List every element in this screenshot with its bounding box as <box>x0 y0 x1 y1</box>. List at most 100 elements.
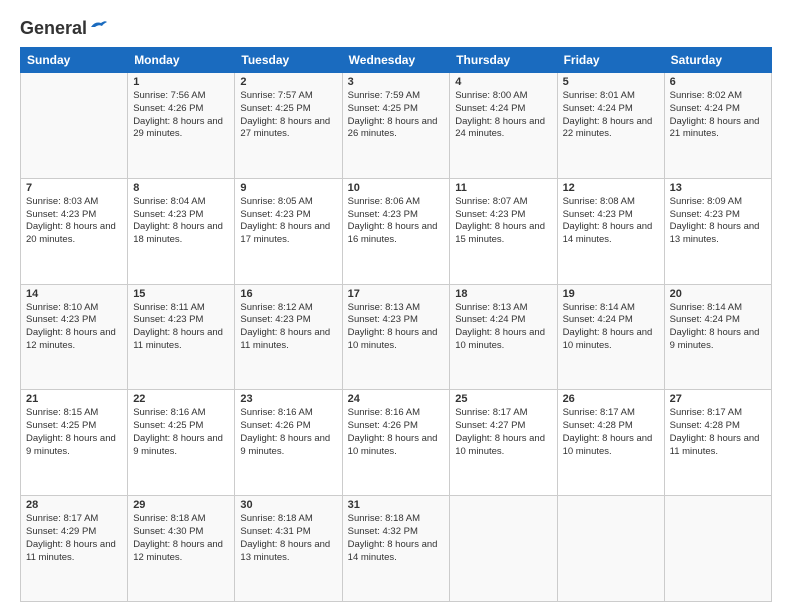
sunset-text: Sunset: 4:24 PM <box>670 103 740 114</box>
calendar-cell: 8 Sunrise: 8:04 AM Sunset: 4:23 PM Dayli… <box>128 178 235 284</box>
day-number: 3 <box>348 76 445 88</box>
sunrise-text: Sunrise: 8:03 AM <box>26 196 98 207</box>
calendar-cell <box>21 73 128 179</box>
day-info: Sunrise: 8:12 AM Sunset: 4:23 PM Dayligh… <box>240 302 336 353</box>
daylight-text: Daylight: 8 hours and 10 minutes. <box>563 433 653 457</box>
daylight-text: Daylight: 8 hours and 9 minutes. <box>240 433 330 457</box>
sunset-text: Sunset: 4:23 PM <box>26 314 96 325</box>
sunset-text: Sunset: 4:23 PM <box>133 209 203 220</box>
day-info: Sunrise: 7:57 AM Sunset: 4:25 PM Dayligh… <box>240 90 336 141</box>
sunrise-text: Sunrise: 7:56 AM <box>133 90 205 101</box>
sunset-text: Sunset: 4:25 PM <box>348 103 418 114</box>
sunset-text: Sunset: 4:23 PM <box>348 209 418 220</box>
sunrise-text: Sunrise: 8:04 AM <box>133 196 205 207</box>
sunset-text: Sunset: 4:25 PM <box>26 420 96 431</box>
calendar-cell: 17 Sunrise: 8:13 AM Sunset: 4:23 PM Dayl… <box>342 284 450 390</box>
sunrise-text: Sunrise: 8:16 AM <box>348 407 420 418</box>
logo: General <box>20 18 109 37</box>
day-info: Sunrise: 8:16 AM Sunset: 4:26 PM Dayligh… <box>240 407 336 458</box>
sunrise-text: Sunrise: 8:14 AM <box>563 302 635 313</box>
sunrise-text: Sunrise: 8:16 AM <box>240 407 312 418</box>
sunrise-text: Sunrise: 8:18 AM <box>348 513 420 524</box>
day-info: Sunrise: 8:08 AM Sunset: 4:23 PM Dayligh… <box>563 196 659 247</box>
sunset-text: Sunset: 4:27 PM <box>455 420 525 431</box>
day-info: Sunrise: 8:18 AM Sunset: 4:31 PM Dayligh… <box>240 513 336 564</box>
calendar-cell: 20 Sunrise: 8:14 AM Sunset: 4:24 PM Dayl… <box>664 284 771 390</box>
day-number: 6 <box>670 76 766 88</box>
logo-bird-icon <box>89 19 109 35</box>
daylight-text: Daylight: 8 hours and 17 minutes. <box>240 221 330 245</box>
daylight-text: Daylight: 8 hours and 24 minutes. <box>455 116 545 140</box>
day-number: 21 <box>26 393 122 405</box>
sunrise-text: Sunrise: 8:00 AM <box>455 90 527 101</box>
calendar-cell: 12 Sunrise: 8:08 AM Sunset: 4:23 PM Dayl… <box>557 178 664 284</box>
daylight-text: Daylight: 8 hours and 22 minutes. <box>563 116 653 140</box>
calendar-cell: 30 Sunrise: 8:18 AM Sunset: 4:31 PM Dayl… <box>235 496 342 602</box>
calendar-cell: 27 Sunrise: 8:17 AM Sunset: 4:28 PM Dayl… <box>664 390 771 496</box>
sunset-text: Sunset: 4:23 PM <box>240 314 310 325</box>
calendar-cell <box>664 496 771 602</box>
calendar-week-row: 1 Sunrise: 7:56 AM Sunset: 4:26 PM Dayli… <box>21 73 772 179</box>
sunset-text: Sunset: 4:23 PM <box>563 209 633 220</box>
sunrise-text: Sunrise: 8:13 AM <box>348 302 420 313</box>
day-number: 15 <box>133 288 229 300</box>
calendar-cell: 5 Sunrise: 8:01 AM Sunset: 4:24 PM Dayli… <box>557 73 664 179</box>
daylight-text: Daylight: 8 hours and 9 minutes. <box>26 433 116 457</box>
calendar-cell: 21 Sunrise: 8:15 AM Sunset: 4:25 PM Dayl… <box>21 390 128 496</box>
sunrise-text: Sunrise: 8:08 AM <box>563 196 635 207</box>
sunrise-text: Sunrise: 8:18 AM <box>133 513 205 524</box>
day-number: 8 <box>133 182 229 194</box>
sunrise-text: Sunrise: 8:02 AM <box>670 90 742 101</box>
day-info: Sunrise: 8:13 AM Sunset: 4:24 PM Dayligh… <box>455 302 551 353</box>
day-number: 2 <box>240 76 336 88</box>
daylight-text: Daylight: 8 hours and 11 minutes. <box>240 327 330 351</box>
calendar-week-row: 14 Sunrise: 8:10 AM Sunset: 4:23 PM Dayl… <box>21 284 772 390</box>
calendar-cell: 29 Sunrise: 8:18 AM Sunset: 4:30 PM Dayl… <box>128 496 235 602</box>
day-info: Sunrise: 8:15 AM Sunset: 4:25 PM Dayligh… <box>26 407 122 458</box>
sunset-text: Sunset: 4:23 PM <box>133 314 203 325</box>
calendar-cell: 11 Sunrise: 8:07 AM Sunset: 4:23 PM Dayl… <box>450 178 557 284</box>
day-info: Sunrise: 7:59 AM Sunset: 4:25 PM Dayligh… <box>348 90 445 141</box>
calendar-cell: 9 Sunrise: 8:05 AM Sunset: 4:23 PM Dayli… <box>235 178 342 284</box>
day-number: 4 <box>455 76 551 88</box>
day-number: 31 <box>348 499 445 511</box>
sunrise-text: Sunrise: 8:10 AM <box>26 302 98 313</box>
sunset-text: Sunset: 4:25 PM <box>133 420 203 431</box>
day-number: 19 <box>563 288 659 300</box>
day-number: 24 <box>348 393 445 405</box>
day-number: 27 <box>670 393 766 405</box>
calendar-cell: 26 Sunrise: 8:17 AM Sunset: 4:28 PM Dayl… <box>557 390 664 496</box>
calendar-week-row: 28 Sunrise: 8:17 AM Sunset: 4:29 PM Dayl… <box>21 496 772 602</box>
daylight-text: Daylight: 8 hours and 10 minutes. <box>455 433 545 457</box>
calendar-cell: 31 Sunrise: 8:18 AM Sunset: 4:32 PM Dayl… <box>342 496 450 602</box>
daylight-text: Daylight: 8 hours and 9 minutes. <box>133 433 223 457</box>
calendar-cell: 16 Sunrise: 8:12 AM Sunset: 4:23 PM Dayl… <box>235 284 342 390</box>
sunrise-text: Sunrise: 8:01 AM <box>563 90 635 101</box>
day-number: 22 <box>133 393 229 405</box>
calendar-cell: 23 Sunrise: 8:16 AM Sunset: 4:26 PM Dayl… <box>235 390 342 496</box>
sunrise-text: Sunrise: 8:18 AM <box>240 513 312 524</box>
sunset-text: Sunset: 4:28 PM <box>563 420 633 431</box>
daylight-text: Daylight: 8 hours and 12 minutes. <box>26 327 116 351</box>
day-info: Sunrise: 8:18 AM Sunset: 4:32 PM Dayligh… <box>348 513 445 564</box>
sunset-text: Sunset: 4:24 PM <box>563 103 633 114</box>
calendar-header-row: SundayMondayTuesdayWednesdayThursdayFrid… <box>21 48 772 73</box>
sunrise-text: Sunrise: 8:17 AM <box>26 513 98 524</box>
day-info: Sunrise: 8:11 AM Sunset: 4:23 PM Dayligh… <box>133 302 229 353</box>
sunrise-text: Sunrise: 8:17 AM <box>563 407 635 418</box>
day-number: 11 <box>455 182 551 194</box>
sunrise-text: Sunrise: 8:05 AM <box>240 196 312 207</box>
calendar-cell: 2 Sunrise: 7:57 AM Sunset: 4:25 PM Dayli… <box>235 73 342 179</box>
sunset-text: Sunset: 4:31 PM <box>240 526 310 537</box>
sunset-text: Sunset: 4:30 PM <box>133 526 203 537</box>
calendar-cell: 25 Sunrise: 8:17 AM Sunset: 4:27 PM Dayl… <box>450 390 557 496</box>
calendar-cell: 3 Sunrise: 7:59 AM Sunset: 4:25 PM Dayli… <box>342 73 450 179</box>
day-number: 29 <box>133 499 229 511</box>
daylight-text: Daylight: 8 hours and 10 minutes. <box>455 327 545 351</box>
sunrise-text: Sunrise: 8:12 AM <box>240 302 312 313</box>
calendar-header-wednesday: Wednesday <box>342 48 450 73</box>
day-number: 12 <box>563 182 659 194</box>
sunrise-text: Sunrise: 7:59 AM <box>348 90 420 101</box>
calendar-cell: 22 Sunrise: 8:16 AM Sunset: 4:25 PM Dayl… <box>128 390 235 496</box>
sunrise-text: Sunrise: 8:17 AM <box>455 407 527 418</box>
